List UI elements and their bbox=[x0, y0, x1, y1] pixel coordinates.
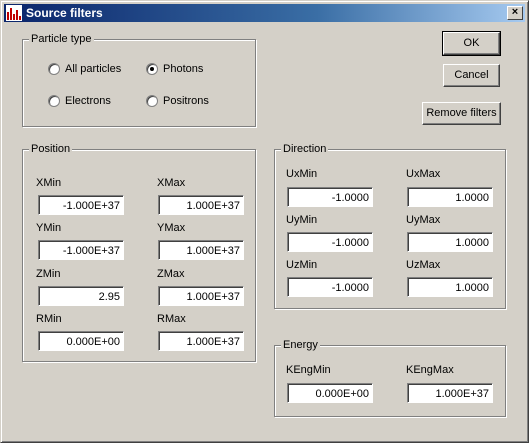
source-filters-dialog: Source filters × Particle type All parti… bbox=[0, 0, 529, 443]
radio-label: Positrons bbox=[163, 95, 209, 107]
zmax-input[interactable]: 1.000E+37 bbox=[158, 286, 244, 306]
radio-label: Electrons bbox=[65, 95, 111, 107]
uzmax-label: UzMax bbox=[406, 259, 441, 271]
rmin-label: RMin bbox=[36, 313, 62, 325]
ymin-label: YMin bbox=[36, 222, 62, 234]
rmax-label: RMax bbox=[157, 313, 186, 325]
xmax-label: XMax bbox=[157, 177, 186, 189]
energy-group: Energy KEngMin KEngMax 0.000E+00 1.000E+… bbox=[274, 338, 506, 417]
title-bar[interactable]: Source filters × bbox=[4, 4, 525, 22]
rmin-input[interactable]: 0.000E+00 bbox=[38, 331, 124, 351]
uxmax-label: UxMax bbox=[406, 168, 441, 180]
radio-all-particles[interactable]: All particles bbox=[48, 63, 121, 75]
uymax-label: UyMax bbox=[406, 214, 441, 226]
radio-circle-checked[interactable] bbox=[146, 63, 158, 75]
zmin-input[interactable]: 2.95 bbox=[38, 286, 124, 306]
zmax-label: ZMax bbox=[157, 268, 185, 280]
uymin-input[interactable]: -1.0000 bbox=[287, 232, 373, 252]
xmin-input[interactable]: -1.000E+37 bbox=[38, 195, 124, 215]
remove-filters-button[interactable]: Remove filters bbox=[422, 102, 501, 125]
xmin-label: XMin bbox=[36, 177, 62, 189]
uxmax-input[interactable]: 1.0000 bbox=[407, 187, 493, 207]
radio-label: Photons bbox=[163, 63, 204, 75]
xmax-input[interactable]: 1.000E+37 bbox=[158, 195, 244, 215]
kengmin-label: KEngMin bbox=[286, 364, 331, 376]
zmin-label: ZMin bbox=[36, 268, 61, 280]
kengmin-input[interactable]: 0.000E+00 bbox=[287, 383, 373, 403]
close-button[interactable]: × bbox=[507, 6, 523, 20]
rmax-input[interactable]: 1.000E+37 bbox=[158, 331, 244, 351]
position-group: Position XMin XMax -1.000E+37 1.000E+37 … bbox=[22, 142, 256, 362]
radio-photons[interactable]: Photons bbox=[146, 63, 203, 75]
radio-label: All particles bbox=[65, 63, 122, 75]
app-bar-chart-icon bbox=[6, 5, 22, 21]
direction-title: Direction bbox=[281, 142, 329, 156]
cancel-button[interactable]: Cancel bbox=[443, 64, 500, 87]
ymax-label: YMax bbox=[157, 222, 186, 234]
close-icon: × bbox=[511, 6, 519, 18]
radio-positrons[interactable]: Positrons bbox=[146, 95, 209, 107]
particle-type-title: Particle type bbox=[29, 32, 94, 46]
radio-circle[interactable] bbox=[48, 95, 60, 107]
kengmax-input[interactable]: 1.000E+37 bbox=[407, 383, 493, 403]
uzmin-input[interactable]: -1.0000 bbox=[287, 277, 373, 297]
uzmin-label: UzMin bbox=[286, 259, 318, 271]
window-title: Source filters bbox=[26, 6, 103, 20]
radio-circle[interactable] bbox=[146, 95, 158, 107]
uzmax-input[interactable]: 1.0000 bbox=[407, 277, 493, 297]
position-title: Position bbox=[29, 142, 73, 156]
radio-circle[interactable] bbox=[48, 63, 60, 75]
ymax-input[interactable]: 1.000E+37 bbox=[158, 240, 244, 260]
uxmin-input[interactable]: -1.0000 bbox=[287, 187, 373, 207]
uxmin-label: UxMin bbox=[286, 168, 318, 180]
radio-electrons[interactable]: Electrons bbox=[48, 95, 111, 107]
kengmax-label: KEngMax bbox=[406, 364, 454, 376]
ok-button[interactable]: OK bbox=[442, 31, 501, 56]
energy-title: Energy bbox=[281, 338, 320, 352]
particle-type-group: Particle type All particles Photons Elec… bbox=[22, 32, 256, 127]
uymin-label: UyMin bbox=[286, 214, 318, 226]
direction-group: Direction UxMin UxMax -1.0000 1.0000 UyM… bbox=[274, 142, 506, 309]
uymax-input[interactable]: 1.0000 bbox=[407, 232, 493, 252]
ymin-input[interactable]: -1.000E+37 bbox=[38, 240, 124, 260]
